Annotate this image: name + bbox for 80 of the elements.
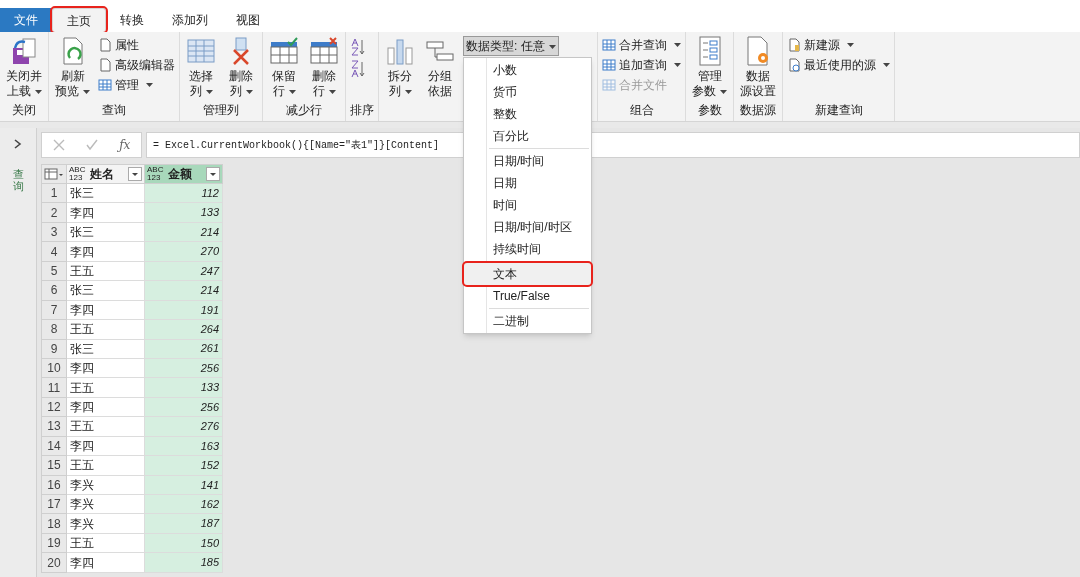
caret-icon [883, 62, 890, 67]
type-label: ABC [147, 166, 165, 174]
ribbon-button[interactable]: 最近使用的源 [787, 56, 890, 73]
menu-item[interactable]: 二进制 [464, 310, 591, 332]
ribbon-button[interactable]: 关闭并 上载 [4, 36, 44, 101]
recent-icon [787, 57, 801, 72]
file-tab[interactable]: 文件 [0, 8, 52, 32]
group-label: 参数 [696, 102, 723, 119]
group-label: 关闭 [11, 102, 37, 119]
ribbon-button[interactable]: 保留 行 [267, 36, 301, 101]
ribbon-button[interactable]: 拆分 列 [383, 36, 417, 101]
ribbon-button[interactable]: 管理 [98, 76, 175, 93]
ribbon-button[interactable]: 删除 列 [224, 36, 258, 101]
keep-rows-icon [269, 36, 299, 66]
caret-icon [288, 89, 296, 94]
check-icon[interactable] [85, 139, 98, 151]
menu-item[interactable]: 货币 [464, 81, 591, 103]
sort-descending-icon[interactable] [350, 60, 366, 78]
filter-dropdown-icon[interactable] [206, 167, 220, 181]
table-icon [98, 77, 112, 92]
group-label: 数据源 [739, 102, 777, 119]
type-label: ABC [69, 166, 87, 174]
menu-item[interactable]: 日期 [464, 172, 591, 194]
menu-item[interactable]: 小数 [464, 59, 591, 81]
ribbon-button[interactable]: 管理 参数 [690, 36, 729, 101]
ribbon-button[interactable]: 高级编辑器 [98, 56, 175, 73]
menu-item[interactable]: 时间 [464, 194, 591, 216]
caret-icon [328, 89, 336, 94]
menu-item[interactable]: 文本 [464, 263, 591, 285]
caret-icon [674, 62, 681, 67]
sort-ascending-icon[interactable] [350, 38, 366, 56]
type-label: 123 [69, 174, 84, 182]
ribbon-button[interactable]: 新建源 [787, 36, 890, 53]
menu-item[interactable]: 百分比 [464, 125, 591, 147]
caret-icon [83, 89, 90, 94]
menu-item[interactable]: 整数 [464, 103, 591, 125]
group-label: 管理列 [202, 102, 240, 119]
ribbon-tab[interactable]: 视图 [222, 8, 274, 32]
menu-item[interactable]: 日期/时间/时区 [464, 216, 591, 238]
caret-icon [205, 89, 213, 94]
group-label: 排序 [350, 102, 374, 119]
caret-icon [720, 89, 727, 94]
ribbon-tab[interactable]: 主页 [52, 8, 106, 32]
ribbon-button[interactable]: 刷新 预览 [53, 36, 92, 101]
menu-item[interactable]: 日期/时间 [464, 150, 591, 172]
caret-icon [847, 42, 854, 47]
split-column-icon [385, 36, 415, 66]
table-menu-icon[interactable] [44, 168, 64, 180]
table-icon [186, 36, 216, 66]
ribbon-button[interactable]: 数据 源设置 [738, 36, 778, 101]
ribbon-button[interactable]: 追加查询 [602, 56, 681, 73]
ribbon-button[interactable]: 属性 [98, 36, 175, 53]
caret-icon [245, 89, 253, 94]
ribbon-tab[interactable]: 转换 [106, 8, 158, 32]
filter-dropdown-icon[interactable] [128, 167, 142, 181]
menu-item[interactable]: 持续时间 [464, 238, 591, 260]
expand-icon[interactable] [14, 138, 22, 150]
ribbon-button[interactable]: 合并查询 [602, 36, 681, 53]
group-label: 减少行 [285, 102, 323, 119]
remove-rows-icon [309, 36, 339, 66]
group-label: 组合 [628, 102, 655, 119]
ribbon-button[interactable]: 分组 依据 [423, 36, 457, 101]
ribbon-button[interactable]: 选择 列 [184, 36, 218, 101]
caret-icon [674, 42, 681, 47]
caret-icon [548, 44, 556, 49]
ribbon-button[interactable]: 删除 行 [307, 36, 341, 101]
document-icon [98, 57, 112, 72]
type-label: 123 [147, 174, 162, 182]
sidebar-label[interactable]: 查询 [12, 168, 24, 193]
group-label: 查询 [101, 102, 127, 119]
formula-field[interactable]: = Excel.CurrentWorkbook(){[Name="表1"]}[Content] [146, 132, 463, 158]
menu-item[interactable]: True/False [464, 285, 591, 307]
document-icon [787, 37, 801, 52]
data-type-dropdown[interactable]: 数据类型: 任意 [463, 36, 559, 56]
group-label: 新建查询 [813, 102, 864, 119]
caret-icon [146, 82, 153, 87]
caret-icon [34, 89, 42, 94]
ribbon-tab[interactable]: 添加列 [158, 8, 222, 32]
caret-icon [404, 89, 412, 94]
function-label[interactable]: ƒx [119, 136, 131, 154]
